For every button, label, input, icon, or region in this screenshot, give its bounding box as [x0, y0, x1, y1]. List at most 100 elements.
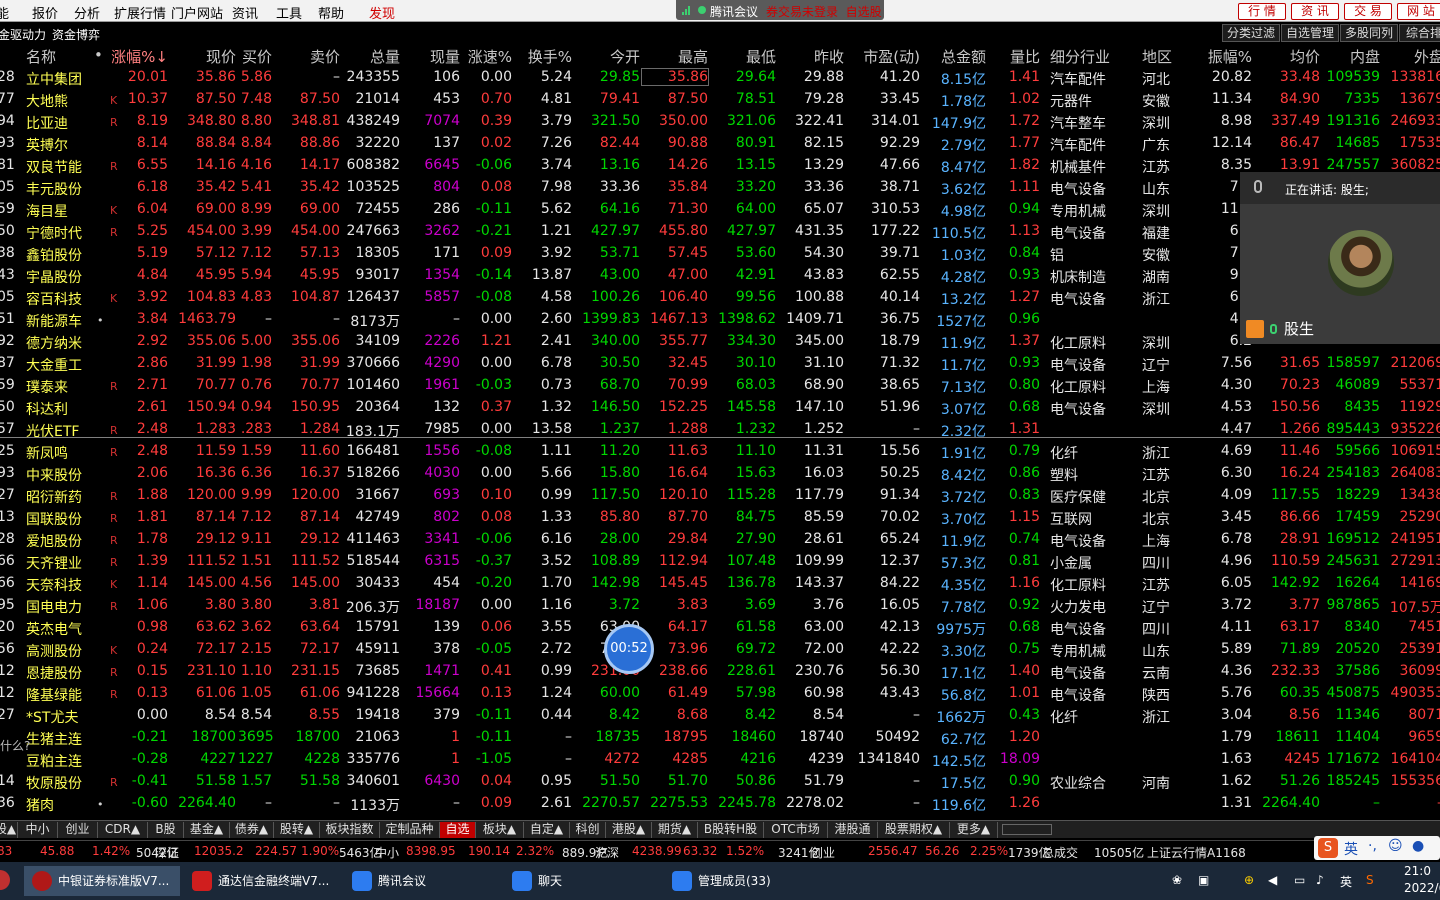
cell-name[interactable]: 猪肉	[26, 795, 92, 815]
menu-item-portal[interactable]: 门户网站	[171, 3, 223, 22]
info-button[interactable]: 资 讯	[1291, 3, 1339, 20]
header-vol[interactable]: 总量	[342, 46, 400, 67]
market-tab[interactable]: 创业	[58, 822, 98, 838]
header-open[interactable]: 今开	[574, 46, 640, 67]
cell-name[interactable]: 宇晶股份	[26, 267, 92, 287]
header-prev[interactable]: 昨收	[778, 46, 844, 67]
ime-emoji-icon[interactable]: ☺	[1388, 838, 1403, 854]
table-row[interactable]: 20 英杰电气 0.98 63.62 3.62 63.64 15791 139 0.06 3.55…	[0, 617, 1440, 639]
cell-name[interactable]: 新能源车	[26, 311, 92, 331]
table-row[interactable]: 81 R 双良节能 6.55 14.16 4.16 14.17 608382 6645 -0.06…	[0, 155, 1440, 177]
menu-item-discover[interactable]: 发现	[369, 3, 395, 22]
cell-name[interactable]: 大金重工	[26, 355, 92, 375]
market-tab[interactable]: 中小	[18, 822, 58, 838]
market-tab[interactable]: B股转H股	[698, 822, 764, 838]
tray-lang[interactable]: 英	[1340, 873, 1352, 890]
composite-rank-tab[interactable]: 综合排	[1399, 24, 1440, 42]
task-tencent-meeting[interactable]: 腾讯会议	[344, 866, 500, 896]
table-row[interactable]: 25 R 新凤鸣 2.48 11.59 1.59 11.60 166481 1556 -0.08 1…	[0, 441, 1440, 463]
table-row[interactable]: 生猪主连 -0.21 18700 3695 18700 21063 1 -0.11–18735…	[0, 727, 1440, 749]
fund-drive-link[interactable]: 金驱动力	[0, 26, 46, 43]
cell-name[interactable]: 英搏尔	[26, 135, 92, 155]
market-tab[interactable]: CDR▲	[98, 822, 148, 838]
fund-game-link[interactable]: 资金博弈	[52, 26, 100, 43]
table-row[interactable]: 50 科达利 2.61 150.94 0.94 150.95 20364 132 0.37 1.3…	[0, 397, 1440, 419]
header-amt[interactable]: 总金额	[922, 46, 986, 67]
cell-name[interactable]: 丰元股份	[26, 179, 92, 199]
cell-name[interactable]: 爱旭股份	[26, 531, 92, 551]
table-row[interactable]: 36 • 猪肉 -0.60 2264.40– –1133万 –0.09 2.61 2270.57…	[0, 793, 1440, 815]
header-outer[interactable]: 外盘	[1382, 46, 1440, 67]
cell-name[interactable]: 国联股份	[26, 509, 92, 529]
market-tab[interactable]: 期货▲	[652, 822, 698, 838]
table-row[interactable]: 50 R 宁德时代 5.25 454.00 3.99 454.00 247663 3262 -0.…	[0, 221, 1440, 243]
table-row[interactable]: 56 K 高测股份 0.24 72.17 2.15 72.17 45911 378 -0.05 2.…	[0, 639, 1440, 661]
tray-ime-icon[interactable]: S	[1366, 873, 1374, 887]
menu-item-0[interactable]: 能	[0, 3, 9, 22]
table-row[interactable]: 12 R 恩捷股份 0.15 231.10 1.10 231.15 73685 1471 0.41…	[0, 661, 1440, 683]
menu-item-news[interactable]: 资讯	[232, 3, 258, 22]
cell-name[interactable]: 国电电力	[26, 597, 92, 617]
tray-speaker-icon[interactable]: ♪	[1316, 873, 1324, 887]
table-row[interactable]: 66 R 天齐锂业 1.39 111.52 1.51 111.52 518544 6315 -0.…	[0, 551, 1440, 573]
tray-volume-icon[interactable]: ◀	[1268, 873, 1277, 887]
watchlist-link[interactable]: 自选股	[846, 5, 882, 19]
table-row[interactable]: 05 丰元股份 6.18 35.42 5.41 35.42 103525 804 0.08 7.9…	[0, 177, 1440, 199]
market-tab[interactable]: 自选	[440, 822, 476, 838]
header-price[interactable]: 现价	[170, 46, 236, 67]
menu-item-analysis[interactable]: 分析	[74, 3, 100, 22]
cell-name[interactable]: 恩捷股份	[26, 663, 92, 683]
tray-app-icon[interactable]: ❀	[1172, 873, 1182, 887]
market-tab[interactable]: 定制品种	[380, 822, 440, 838]
header-ask[interactable]: 卖价	[276, 46, 340, 67]
cell-name[interactable]: 天奈科技	[26, 575, 92, 595]
cell-name[interactable]: 新凤鸣	[26, 443, 92, 463]
tabs-scrollbar[interactable]	[1002, 824, 1052, 835]
menu-item-quote[interactable]: 报价	[32, 3, 58, 22]
cell-name[interactable]: 鑫铂股份	[26, 245, 92, 265]
task-members[interactable]: 管理成员(33)	[664, 866, 820, 896]
cell-name[interactable]: 豆粕主连	[26, 751, 92, 771]
task-chat[interactable]: 聊天	[504, 866, 660, 896]
header-amp[interactable]: 振幅%	[1196, 46, 1252, 67]
header-cur[interactable]: 现量	[404, 46, 460, 67]
table-row[interactable]: 77 K 大地熊 10.37 87.50 7.48 87.50 21014 453 0.70 4.8…	[0, 89, 1440, 111]
tray-network-icon[interactable]: ▭	[1294, 873, 1305, 887]
table-row[interactable]: 13 R 国联股份 1.81 87.14 7.12 87.14 42749 802 0.08 1.3…	[0, 507, 1440, 529]
market-tab[interactable]: 基金▲	[184, 822, 230, 838]
cell-name[interactable]: 生猪主连	[26, 729, 92, 749]
cell-name[interactable]: 立中集团	[26, 69, 92, 89]
cell-name[interactable]: 璞泰来	[26, 377, 92, 397]
market-tab[interactable]: 科创	[570, 822, 606, 838]
table-row[interactable]: 59 K 海目星 6.04 69.00 8.99 69.00 72455 286 -0.11 5.6…	[0, 199, 1440, 221]
cell-name[interactable]: 隆基绿能	[26, 685, 92, 705]
cell-name[interactable]: 英杰电气	[26, 619, 92, 639]
menu-item-ext-quote[interactable]: 扩展行情	[114, 3, 166, 22]
cell-name[interactable]: 宁德时代	[26, 223, 92, 243]
market-tab[interactable]: 自定▲	[524, 822, 570, 838]
table-row[interactable]: 14 R 牧原股份 -0.41 51.58 1.57 51.58 340601 6430 0.04…	[0, 771, 1440, 793]
cell-name[interactable]: 大地熊	[26, 91, 92, 111]
market-tab[interactable]: B股	[148, 822, 184, 838]
header-vr[interactable]: 量比	[990, 46, 1040, 67]
table-row[interactable]: 93 中来股份 2.06 16.36 6.36 16.37 518266 4030 0.00 5.…	[0, 463, 1440, 485]
table-row[interactable]: 51 • 新能源车 3.84 1463.79– –8173万 –0.00 2.60 1399.8…	[0, 309, 1440, 331]
market-tab[interactable]: 更多▲	[950, 822, 998, 838]
menu-item-help[interactable]: 帮助	[318, 3, 344, 22]
ime-punct-icon[interactable]: ·,	[1368, 838, 1377, 854]
header-bid[interactable]: 买价	[238, 46, 272, 67]
cell-name[interactable]: 高测股份	[26, 641, 92, 661]
table-row[interactable]: 27 *ST尤夫 0.00 8.54 8.54 8.55 19418 379 -0.11 0.44…	[0, 705, 1440, 727]
cell-name[interactable]: *ST尤夫	[26, 707, 92, 727]
cell-name[interactable]: 牧原股份	[26, 773, 92, 793]
watchlist-manage-tab[interactable]: 自选管理	[1281, 24, 1339, 42]
table-row[interactable]: 28 R 爱旭股份 1.78 29.12 9.11 29.12 411463 3341 -0.06…	[0, 529, 1440, 551]
tray-meeting-icon[interactable]: ▣	[1198, 873, 1209, 887]
market-tab[interactable]: 债券▲	[230, 822, 274, 838]
meeting-timer[interactable]: 00:52	[604, 624, 654, 674]
ime-toolbar[interactable]: S 英 ·, ☺ ●	[1314, 836, 1440, 860]
market-tab[interactable]: OTC市场	[764, 822, 828, 838]
market-tab[interactable]: 股▲	[0, 822, 18, 838]
table-row[interactable]: 59 R 璞泰来 2.71 70.77 0.76 70.77 101460 1961 -0.03 0…	[0, 375, 1440, 397]
header-reg[interactable]: 地区	[1142, 46, 1188, 67]
